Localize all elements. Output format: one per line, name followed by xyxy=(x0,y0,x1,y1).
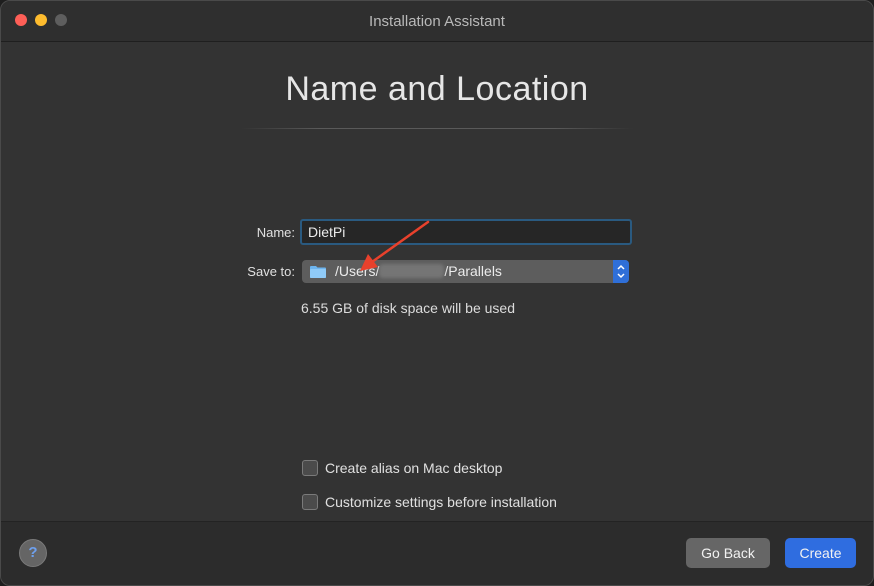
save-to-label: Save to: xyxy=(247,264,295,279)
customize-settings-label[interactable]: Customize settings before installation xyxy=(325,494,557,510)
customize-settings-checkbox[interactable] xyxy=(302,494,318,510)
footer-bar: ? Go Back Create xyxy=(1,521,873,585)
titlebar: Installation Assistant xyxy=(1,1,873,42)
save-path-suffix: /Parallels xyxy=(444,263,502,279)
name-label: Name: xyxy=(256,225,295,240)
create-alias-checkbox[interactable] xyxy=(302,460,318,476)
page-title: Name and Location xyxy=(285,70,589,108)
help-button[interactable]: ? xyxy=(19,539,47,567)
installation-assistant-window: Installation Assistant Name and Location… xyxy=(0,0,874,586)
disk-usage-info: 6.55 GB of disk space will be used xyxy=(301,300,516,316)
name-input[interactable] xyxy=(300,219,632,245)
go-back-button[interactable]: Go Back xyxy=(686,538,770,568)
create-button[interactable]: Create xyxy=(785,538,856,568)
save-location-select[interactable]: /Users//Parallels xyxy=(302,260,629,283)
window-title: Installation Assistant xyxy=(369,13,505,30)
main-content: Name and Location Name: Save to: /Users/… xyxy=(1,42,873,521)
create-alias-label[interactable]: Create alias on Mac desktop xyxy=(325,460,502,476)
annotation-arrow-icon xyxy=(360,220,430,271)
folder-icon xyxy=(310,266,326,278)
heading-divider xyxy=(241,128,633,129)
up-down-chevron-icon[interactable] xyxy=(613,260,629,283)
